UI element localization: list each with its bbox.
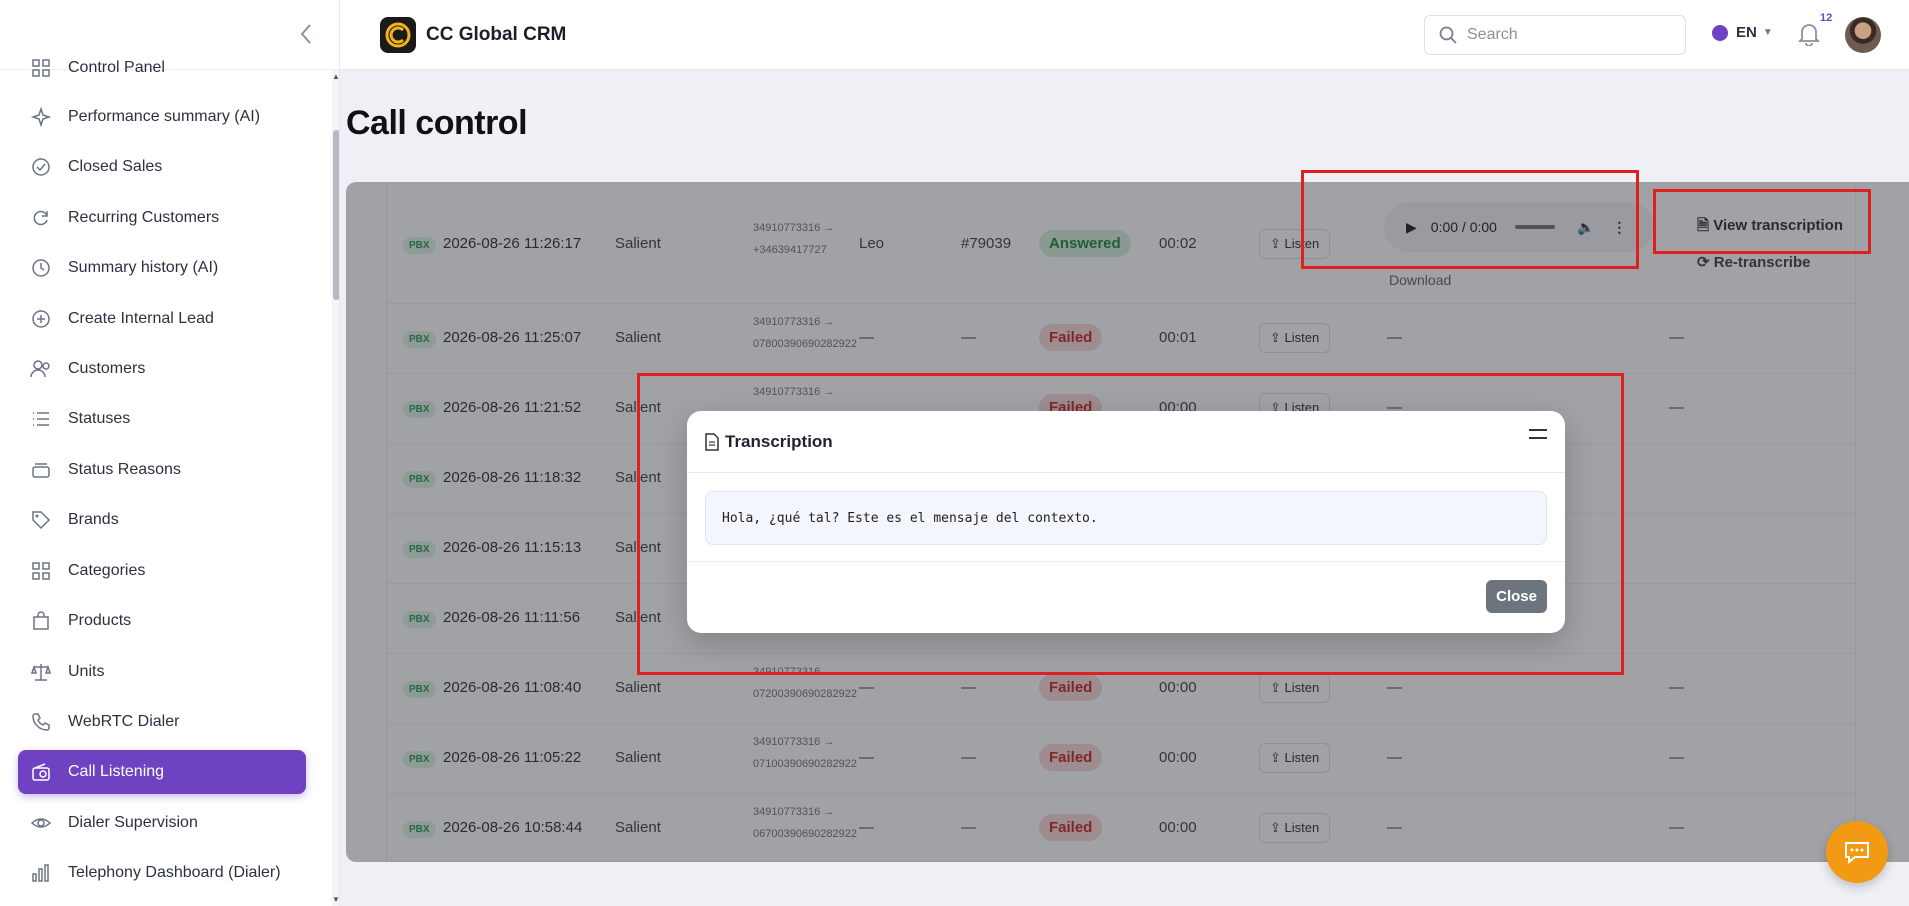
sidebar-item-label: Products [68, 612, 132, 629]
caret-down-icon: ▼ [1762, 27, 1773, 38]
sidebar-item-control-panel[interactable]: Control Panel [18, 46, 306, 90]
sidebar-item-label: Categories [68, 562, 146, 579]
sidebar-item-recurring-customers[interactable]: Recurring Customers [18, 196, 306, 240]
sidebar-item-label: Summary history (AI) [68, 259, 219, 276]
sidebar-item-units[interactable]: Units [18, 650, 306, 694]
app-name: CC Global CRM [426, 24, 567, 45]
highlight-transcription-modal [637, 373, 1624, 675]
sidebar-item-label: Create Internal Lead [68, 310, 214, 327]
sidebar-item-label: Status Reasons [68, 461, 181, 478]
grid-icon [26, 556, 56, 586]
sidebar-item-telephony-dashboard-dialer[interactable]: Telephony Dashboard (Dialer) [18, 851, 306, 895]
highlight-audio-player [1301, 170, 1639, 269]
list-icon [26, 404, 56, 434]
sidebar-item-label: Customers [68, 360, 146, 377]
search-box[interactable] [1424, 15, 1686, 55]
sidebar-item-summary-history-ai[interactable]: Summary history (AI) [18, 246, 306, 290]
grid-icon [26, 53, 56, 83]
refresh-icon [26, 203, 56, 233]
sidebar-item-label: Closed Sales [68, 158, 163, 175]
sidebar-item-label: Call Listening [68, 763, 165, 780]
language-selector[interactable]: EN ▼ [1712, 24, 1773, 41]
sidebar-item-closed-sales[interactable]: Closed Sales [18, 145, 306, 189]
eye-icon [26, 808, 56, 838]
user-avatar[interactable] [1845, 17, 1881, 53]
bell-icon [1797, 24, 1821, 47]
brand[interactable]: CC Global CRM [380, 17, 566, 53]
tag-icon [26, 505, 56, 535]
sidebar-item-statuses[interactable]: Statuses [18, 397, 306, 441]
sidebar-item-label: Control Panel [68, 59, 165, 76]
sidebar-item-label: WebRTC Dialer [68, 713, 180, 730]
chat-icon [1845, 842, 1869, 865]
highlight-view-transcription [1653, 189, 1871, 254]
sidebar-item-dialer-supervision[interactable]: Dialer Supervision [18, 801, 306, 845]
scale-icon [26, 657, 56, 687]
globe-icon [1712, 24, 1728, 41]
bar-chart-icon [26, 858, 56, 888]
sidebar-item-webrtc-dialer[interactable]: WebRTC Dialer [18, 700, 306, 744]
check-circle-icon [26, 152, 56, 182]
notification-count-badge: 12 [1820, 12, 1833, 24]
collapse-sidebar-button[interactable] [292, 20, 320, 48]
sidebar-item-label: Brands [68, 511, 119, 528]
scroll-up-arrow-icon[interactable]: ▲ [332, 72, 339, 81]
chat-button[interactable] [1826, 821, 1888, 883]
sidebar-item-label: Telephony Dashboard (Dialer) [68, 864, 281, 881]
sidebar-item-categories[interactable]: Categories [18, 549, 306, 593]
sidebar-item-status-reasons[interactable]: Status Reasons [18, 448, 306, 492]
sidebar-item-label: Statuses [68, 410, 131, 427]
sidebar: Control Panel Performance summary (AI) Clo… [0, 0, 340, 906]
language-label: EN [1736, 24, 1757, 41]
sidebar-item-label: Units [68, 663, 105, 680]
sidebar-item-label: Dialer Supervision [68, 814, 198, 831]
sidebar-item-label: Recurring Customers [68, 209, 220, 226]
sidebar-item-products[interactable]: Products [18, 599, 306, 643]
clock-icon [26, 253, 56, 283]
sidebar-scrollbar[interactable] [332, 70, 339, 906]
phone-icon [26, 707, 56, 737]
chevron-left-icon [300, 24, 311, 44]
topbar: CC Global CRM EN ▼ 12 [340, 0, 1909, 70]
layers-icon [26, 455, 56, 485]
sidebar-item-create-internal-lead[interactable]: Create Internal Lead [18, 297, 306, 341]
search-input[interactable] [1467, 26, 1667, 44]
bag-icon [26, 606, 56, 636]
sidebar-item-performance-summary-ai[interactable]: Performance summary (AI) [18, 95, 306, 139]
sparkle-icon [26, 102, 56, 132]
sidebar-scroll-thumb[interactable] [333, 130, 339, 300]
users-icon [26, 354, 56, 384]
radio-icon [26, 757, 56, 787]
sidebar-item-label: Performance summary (AI) [68, 108, 261, 125]
brand-logo-icon [380, 17, 416, 53]
scroll-down-arrow-icon[interactable]: ▼ [332, 895, 339, 904]
plus-circle-icon [26, 304, 56, 334]
sidebar-item-call-listening[interactable]: Call Listening [18, 750, 306, 794]
sidebar-item-customers[interactable]: Customers [18, 347, 306, 391]
notifications-button[interactable]: 12 [1797, 12, 1832, 51]
page-title: Call control [346, 104, 528, 142]
sidebar-item-brands[interactable]: Brands [18, 498, 306, 542]
search-icon [1439, 26, 1457, 44]
